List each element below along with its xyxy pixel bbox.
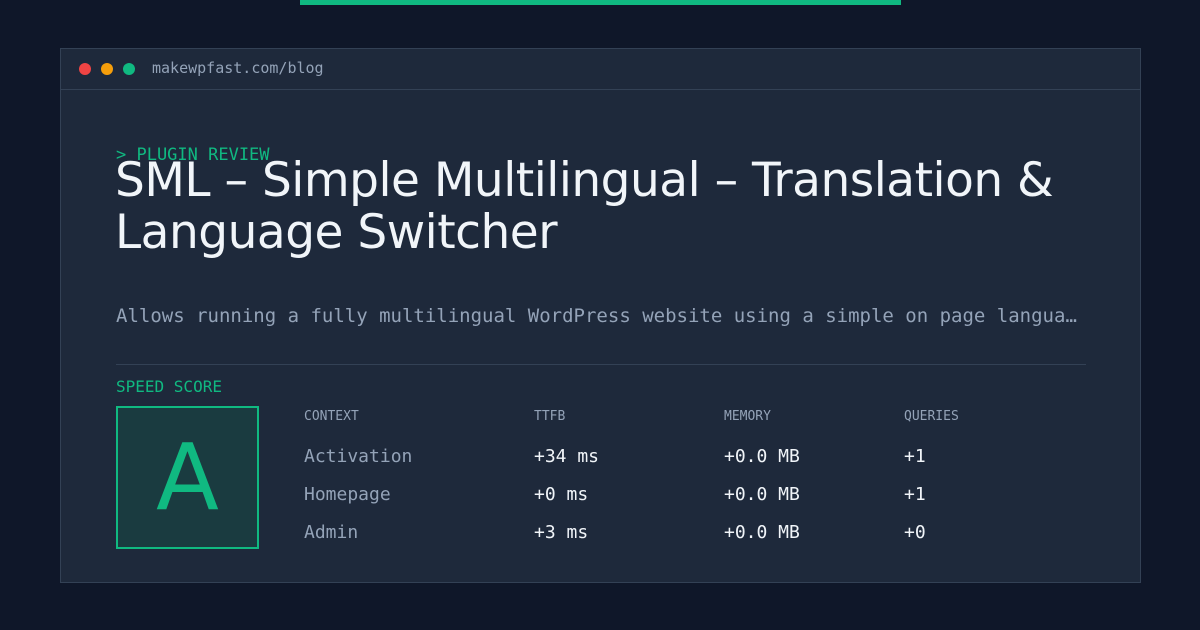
table-header-queries: QUERIES [904, 409, 959, 424]
browser-window: makewpfast.com/blog > PLUGIN REVIEW SML … [60, 48, 1141, 583]
table-header-context: CONTEXT [304, 409, 359, 424]
table-header-memory: MEMORY [724, 409, 771, 424]
accent-bar [300, 0, 901, 5]
row-homepage-queries: +1 [904, 484, 926, 505]
row-activation-context: Activation [304, 446, 413, 467]
section-divider [116, 364, 1086, 365]
post-title: SML – Simple Multilingual – Translation … [115, 153, 1054, 260]
row-admin-queries: +0 [904, 522, 926, 543]
row-activation-memory: +0.0 MB [724, 446, 800, 467]
maximize-window-dot-icon[interactable] [123, 63, 135, 75]
speed-score-label: SPEED SCORE [116, 377, 222, 396]
post-description: Allows running a fully multilingual Word… [116, 305, 1086, 327]
close-window-dot-icon[interactable] [79, 63, 91, 75]
row-admin-memory: +0.0 MB [724, 522, 800, 543]
minimize-window-dot-icon[interactable] [101, 63, 113, 75]
speed-grade-badge: A [116, 406, 259, 549]
row-admin-context: Admin [304, 522, 359, 543]
row-homepage-ttfb: +0 ms [534, 484, 589, 505]
address-url[interactable]: makewpfast.com/blog [152, 59, 324, 77]
row-admin-ttfb: +3 ms [534, 522, 589, 543]
row-homepage-memory: +0.0 MB [724, 484, 800, 505]
table-header-ttfb: TTFB [534, 409, 566, 424]
row-activation-ttfb: +34 ms [534, 446, 600, 467]
speed-grade-letter: A [156, 424, 219, 531]
row-homepage-context: Homepage [304, 484, 391, 505]
row-activation-queries: +1 [904, 446, 926, 467]
window-titlebar: makewpfast.com/blog [61, 49, 1140, 90]
